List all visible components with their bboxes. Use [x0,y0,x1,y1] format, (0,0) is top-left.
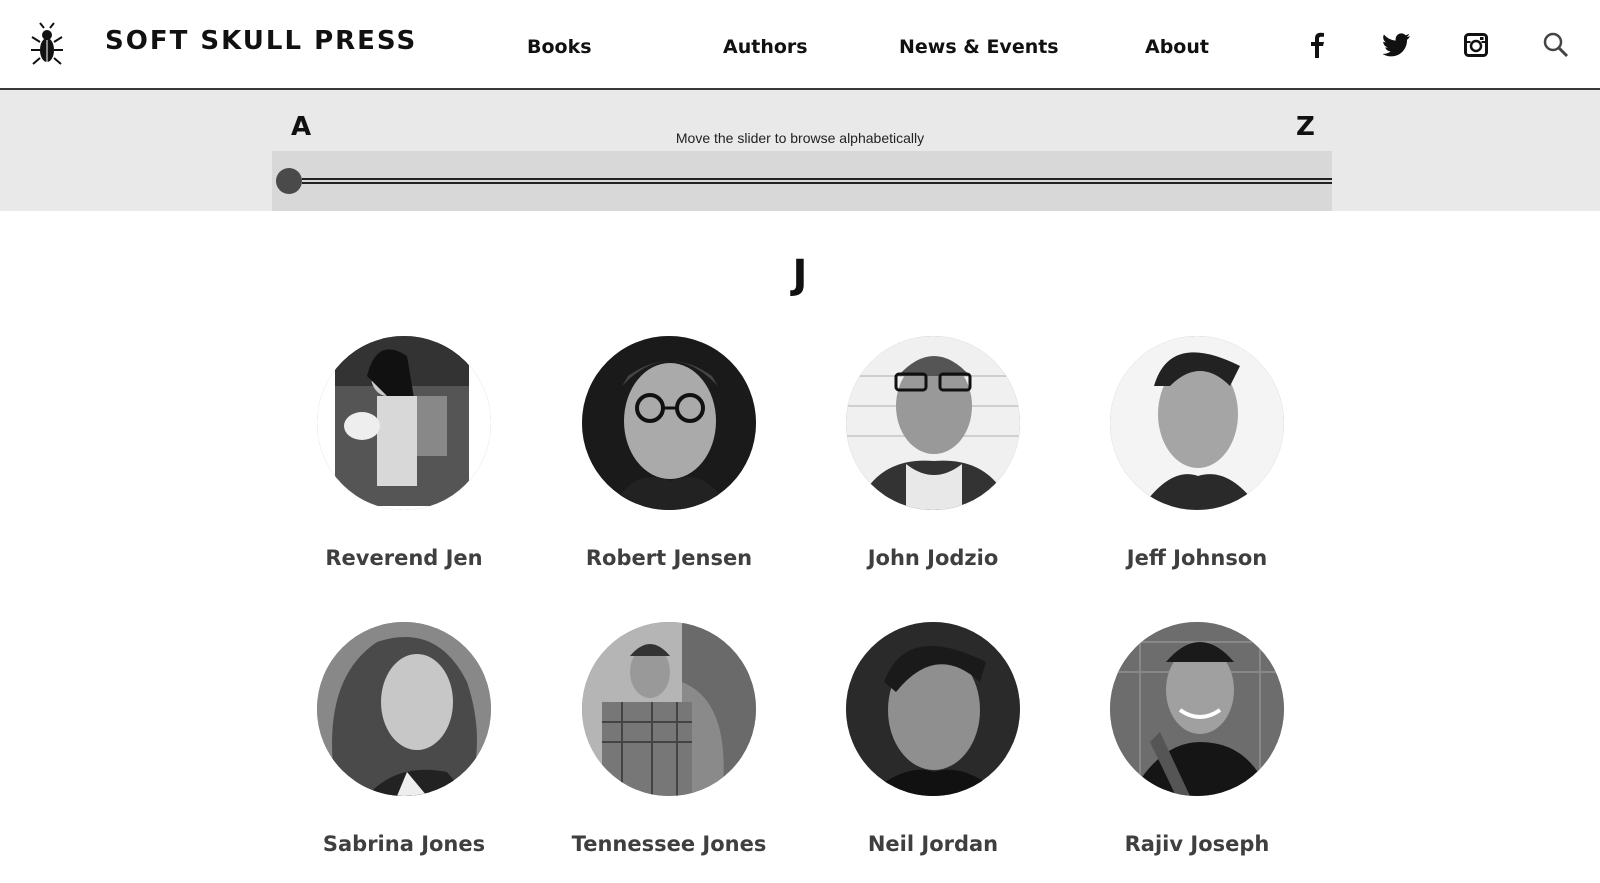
author-name[interactable]: Jeff Johnson [1077,546,1317,570]
author-name[interactable]: Rajiv Joseph [1077,832,1317,856]
slider-thumb[interactable] [276,168,302,194]
facebook-icon[interactable] [1302,30,1332,60]
instagram-icon[interactable] [1461,30,1491,60]
author-name[interactable]: Sabrina Jones [284,832,524,856]
author-name[interactable]: Neil Jordan [813,832,1053,856]
author-name[interactable]: Reverend Jen [284,546,524,570]
author-photo[interactable] [317,622,491,796]
author-photo[interactable] [846,622,1020,796]
author-name[interactable]: Tennessee Jones [549,832,789,856]
author-photo[interactable] [582,336,756,510]
slider-track[interactable] [272,151,1332,211]
beetle-logo-icon[interactable] [30,22,64,68]
nav-about[interactable]: About [1145,36,1209,58]
author-name[interactable]: John Jodzio [813,546,1053,570]
author-card[interactable]: Robert Jensen [549,336,789,570]
author-photo[interactable] [1110,622,1284,796]
author-photo[interactable] [582,622,756,796]
author-card[interactable]: Rajiv Joseph [1077,622,1317,856]
alphabet-slider: A Z Move the slider to browse alphabetic… [0,90,1600,211]
author-card[interactable]: John Jodzio [813,336,1053,570]
author-card[interactable]: Reverend Jen [284,336,524,570]
author-photo[interactable] [1110,336,1284,510]
author-card[interactable]: Sabrina Jones [284,622,524,856]
nav-authors[interactable]: Authors [723,36,808,58]
search-icon[interactable] [1541,30,1571,60]
brand-title[interactable]: SOFT SKULL PRESS [105,26,417,56]
author-name[interactable]: Robert Jensen [549,546,789,570]
author-card[interactable]: Tennessee Jones [549,622,789,856]
slider-rail [302,178,1332,184]
author-card[interactable]: Jeff Johnson [1077,336,1317,570]
author-photo[interactable] [846,336,1020,510]
site-header: SOFT SKULL PRESS Books Authors News & Ev… [0,0,1600,90]
author-card[interactable]: Neil Jordan [813,622,1053,856]
twitter-icon[interactable] [1382,30,1412,60]
section-letter: J [792,252,808,298]
nav-news-events[interactable]: News & Events [899,36,1059,58]
nav-books[interactable]: Books [527,36,592,58]
author-photo[interactable] [317,336,491,510]
slider-hint: Move the slider to browse alphabetically [675,130,925,146]
